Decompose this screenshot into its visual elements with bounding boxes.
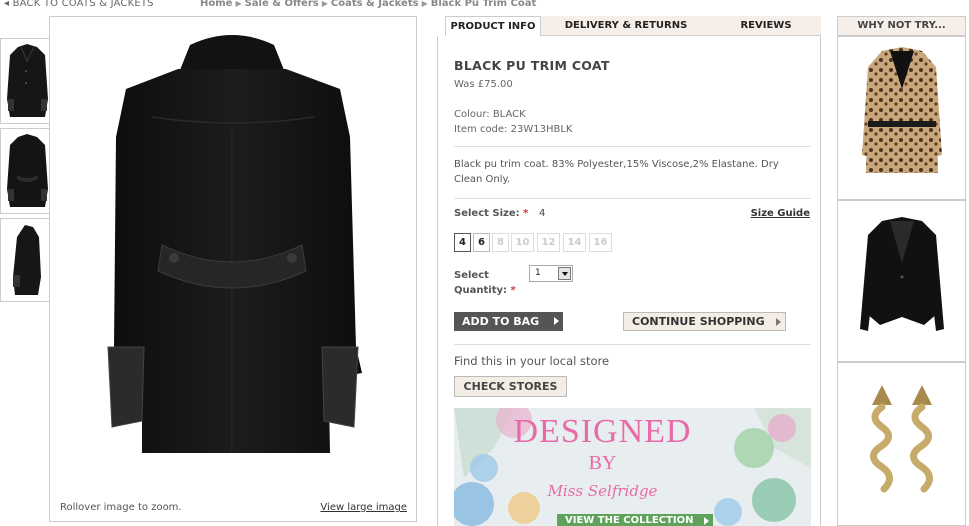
play-arrow-icon: [554, 317, 559, 325]
why-not-try-heading: WHY NOT TRY...: [837, 16, 966, 36]
chevron-right-icon: ▶: [321, 0, 328, 8]
thumbnail-back[interactable]: [0, 128, 53, 214]
banner-signature: Miss Selfridge: [547, 482, 658, 500]
size-option-14: 14: [563, 233, 586, 252]
designed-by-banner[interactable]: DESIGNED BY Miss Selfridge VIEW THE COLL…: [454, 408, 811, 526]
breadcrumb-coats[interactable]: Coats & Jackets: [331, 0, 419, 9]
product-colour: Colour: BLACK: [454, 109, 526, 120]
tab-reviews[interactable]: REVIEWS: [711, 16, 821, 36]
continue-shopping-button[interactable]: CONTINUE SHOPPING: [623, 312, 786, 331]
dropdown-arrow-icon[interactable]: [558, 267, 571, 280]
view-collection-button[interactable]: VIEW THE COLLECTION: [557, 514, 713, 526]
quantity-label: Select Quantity: *: [454, 270, 516, 296]
item-code: Item code: 23W13HBLK: [454, 124, 573, 135]
breadcrumb-current: Black Pu Trim Coat: [430, 0, 537, 9]
find-in-store-heading: Find this in your local store: [454, 354, 610, 368]
divider: [454, 146, 811, 147]
quantity-select[interactable]: 1: [529, 265, 573, 282]
back-to-category-link[interactable]: ◂ BACK TO COATS & JACKETS: [4, 0, 154, 9]
zoom-hint: Rollover image to zoom.: [60, 502, 182, 513]
main-product-image[interactable]: Rollover image to zoom. View large image: [49, 16, 417, 522]
chevron-right-icon: ▶: [421, 0, 428, 8]
product-title: BLACK PU TRIM COAT: [454, 58, 610, 73]
add-to-bag-button[interactable]: ADD TO BAG: [454, 312, 563, 331]
size-label: Select Size: *: [454, 208, 529, 219]
breadcrumb: Home ▶ Sale & Offers ▶ Coats & Jackets ▶ Black…: [200, 0, 536, 9]
size-option-6[interactable]: 6: [473, 233, 490, 252]
view-large-image-link[interactable]: View large image: [320, 502, 407, 513]
check-stores-button[interactable]: CHECK STORES: [454, 376, 567, 397]
divider: [454, 198, 811, 199]
breadcrumb-sale[interactable]: Sale & Offers: [245, 0, 319, 9]
recommendation-black-blazer[interactable]: [837, 200, 966, 362]
chevron-left-icon: ◂: [4, 0, 10, 9]
banner-by: BY: [588, 452, 617, 474]
breadcrumb-home[interactable]: Home: [200, 0, 232, 9]
tab-product-info[interactable]: PRODUCT INFO: [445, 16, 541, 37]
recommendation-leopard-coat[interactable]: [837, 36, 966, 200]
required-marker: *: [523, 208, 529, 219]
product-info-panel: BLACK PU TRIM COAT Was £75.00 Colour: BL…: [437, 36, 821, 526]
top-bar: ◂ BACK TO COATS & JACKETS Home ▶ Sale & Of…: [0, 0, 969, 12]
required-marker: *: [510, 285, 516, 296]
tab-delivery-returns[interactable]: DELIVERY & RETURNS: [541, 16, 711, 36]
size-option-4[interactable]: 4: [454, 233, 471, 252]
product-tabs: PRODUCT INFO DELIVERY & RETURNS REVIEWS: [437, 16, 821, 37]
recommendation-gold-earrings[interactable]: [837, 362, 966, 526]
coat-back-image: [107, 35, 362, 453]
size-guide-link[interactable]: Size Guide: [751, 208, 810, 219]
play-arrow-icon: [776, 318, 781, 326]
thumbnail-front[interactable]: [0, 38, 53, 124]
size-option-12: 12: [537, 233, 560, 252]
chevron-right-icon: ▶: [235, 0, 242, 8]
divider: [454, 344, 811, 345]
banner-title: DESIGNED: [513, 413, 692, 450]
size-option-8: 8: [492, 233, 509, 252]
selected-size: 4: [539, 208, 546, 219]
was-price: Was £75.00: [454, 79, 513, 90]
play-arrow-icon: [704, 517, 709, 525]
size-option-10: 10: [511, 233, 534, 252]
product-description: Black pu trim coat. 83% Polyester,15% Vi…: [454, 159, 779, 185]
thumbnail-side[interactable]: [0, 218, 53, 302]
size-option-16: 16: [589, 233, 612, 252]
